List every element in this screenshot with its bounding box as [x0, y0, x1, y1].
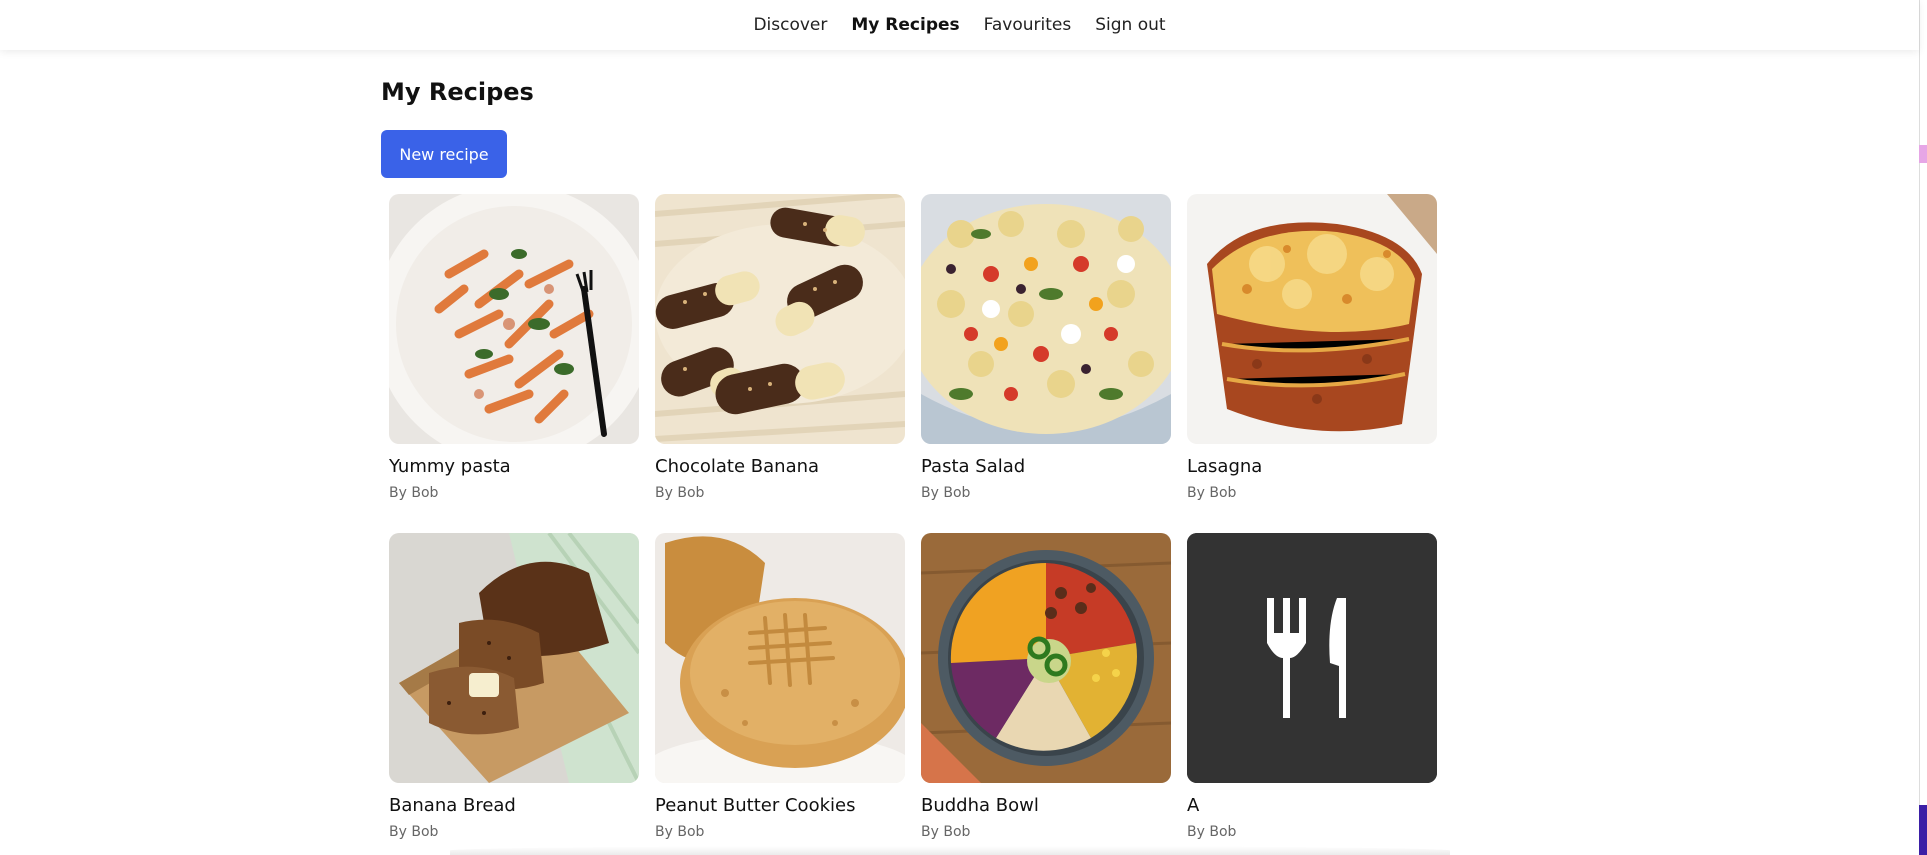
recipe-card[interactable]: A By Bob: [1187, 533, 1437, 840]
peanut-butter-cookie-image[interactable]: [655, 533, 905, 783]
recipe-author: By Bob: [1187, 824, 1237, 840]
penne-pasta-image[interactable]: [389, 194, 639, 444]
recipe-author: By Bob: [655, 485, 705, 501]
recipe-title[interactable]: Pasta Salad: [921, 456, 1171, 477]
nav-favourites[interactable]: Favourites: [984, 15, 1072, 35]
recipe-card[interactable]: Buddha Bowl By Bob: [921, 533, 1171, 840]
recipe-author: By Bob: [655, 824, 705, 840]
chocolate-banana-image[interactable]: [655, 194, 905, 444]
recipe-card[interactable]: Yummy pasta By Bob: [389, 194, 639, 501]
side-panel-accent: [1919, 145, 1927, 163]
page-title: My Recipes: [381, 78, 534, 106]
recipe-title[interactable]: Lasagna: [1187, 456, 1437, 477]
scroll-shadow: [450, 846, 1450, 855]
side-panel-edge: [1919, 0, 1927, 855]
recipe-title[interactable]: Peanut Butter Cookies: [655, 795, 905, 816]
lasagna-image[interactable]: [1187, 194, 1437, 444]
recipe-card[interactable]: Lasagna By Bob: [1187, 194, 1437, 501]
nav-my-recipes[interactable]: My Recipes: [851, 15, 959, 35]
recipe-title[interactable]: A: [1187, 795, 1437, 816]
recipe-title[interactable]: Yummy pasta: [389, 456, 639, 477]
recipe-grid: Yummy pasta By Bob Chocolate Banana By B…: [389, 194, 1437, 840]
recipe-author: By Bob: [1187, 485, 1237, 501]
nav-discover[interactable]: Discover: [753, 15, 827, 35]
fork-knife-icon[interactable]: [1187, 533, 1437, 783]
recipe-title[interactable]: Chocolate Banana: [655, 456, 905, 477]
recipe-title[interactable]: Banana Bread: [389, 795, 639, 816]
pasta-salad-image[interactable]: [921, 194, 1171, 444]
top-nav-bar: Discover My Recipes Favourites Sign out: [0, 0, 1919, 50]
new-recipe-button[interactable]: New recipe: [381, 130, 507, 178]
recipe-card[interactable]: Chocolate Banana By Bob: [655, 194, 905, 501]
recipe-author: By Bob: [389, 824, 439, 840]
recipe-author: By Bob: [921, 824, 971, 840]
recipe-title[interactable]: Buddha Bowl: [921, 795, 1171, 816]
buddha-bowl-image[interactable]: [921, 533, 1171, 783]
nav-sign-out[interactable]: Sign out: [1095, 15, 1165, 35]
recipe-card[interactable]: Peanut Butter Cookies By Bob: [655, 533, 905, 840]
banana-bread-image[interactable]: [389, 533, 639, 783]
recipe-author: By Bob: [921, 485, 971, 501]
recipe-card[interactable]: Banana Bread By Bob: [389, 533, 639, 840]
side-panel-accent: [1919, 805, 1927, 855]
recipe-author: By Bob: [389, 485, 439, 501]
recipe-card[interactable]: Pasta Salad By Bob: [921, 194, 1171, 501]
